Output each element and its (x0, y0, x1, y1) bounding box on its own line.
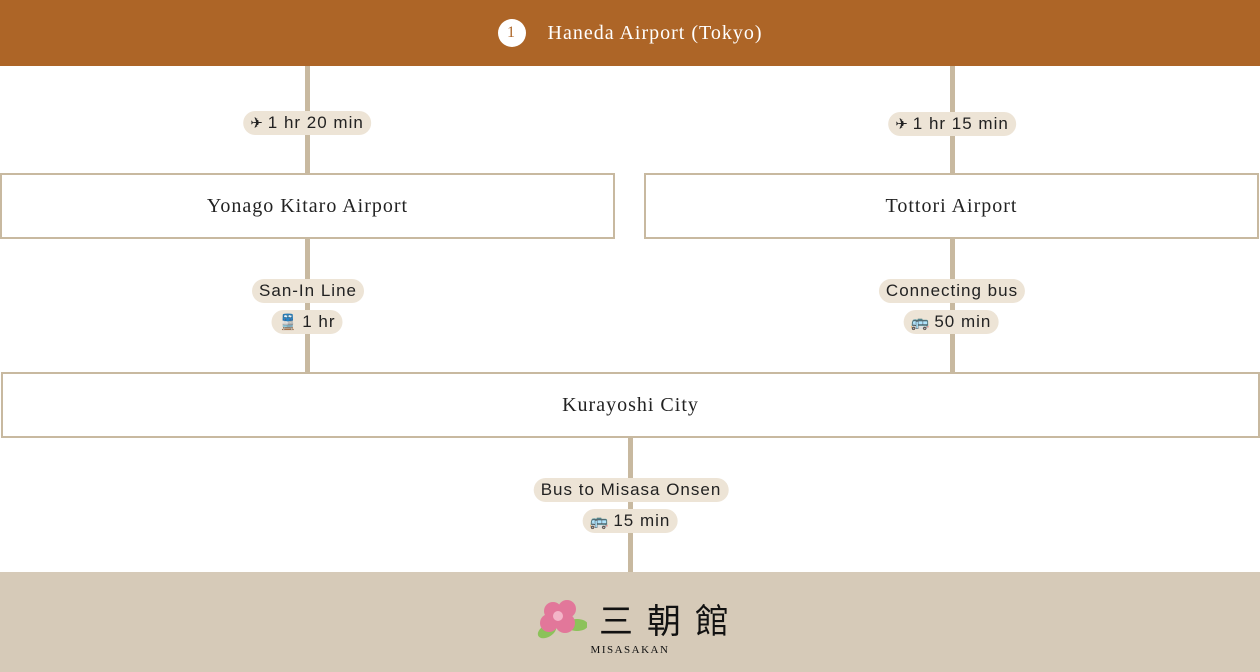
footer: 三朝館 MISASAKAN (0, 572, 1260, 672)
transfer-time-text: 1 hr (302, 312, 336, 331)
misasakan-logo[interactable]: 三朝館 (535, 594, 743, 643)
bus-icon: 🚌 (910, 314, 931, 331)
flight-time-left: ✈ 1 hr 20 min (243, 111, 371, 135)
station-kurayoshi: Kurayoshi City (1, 372, 1260, 438)
flight-time-text: 1 hr 15 min (912, 114, 1009, 133)
transfer-time-text: 50 min (934, 312, 992, 331)
logo-text: MISASAKAN (590, 644, 670, 656)
logo-kanji: 三朝館 (599, 602, 743, 642)
transfer-name-center: Bus to Misasa Onsen (533, 478, 729, 502)
bus-icon: 🚌 (589, 513, 610, 530)
transfer-time-text: 15 min (613, 511, 671, 530)
transfer-text: San-In Line (259, 281, 357, 300)
route-line-center (628, 437, 633, 572)
station-tottori-airport: Tottori Airport (644, 173, 1259, 239)
route-line-right-2 (950, 238, 955, 372)
transfer-time-center: 🚌 15 min (582, 509, 678, 533)
transfer-time-right: 🚌 50 min (903, 310, 999, 334)
route-line-left-2 (305, 238, 310, 372)
transfer-time-left: 🚆 1 hr (271, 310, 343, 334)
train-icon: 🚆 (278, 314, 299, 331)
origin-title: Haneda Airport (Tokyo) (547, 21, 763, 44)
flight-time-right: ✈ 1 hr 15 min (888, 112, 1016, 136)
camellia-flower-icon (537, 599, 587, 638)
flight-time-text: 1 hr 20 min (267, 113, 364, 132)
airplane-icon: ✈ (250, 115, 264, 132)
station-name: Tottori Airport (885, 194, 1018, 217)
header: 1 Haneda Airport (Tokyo) (0, 0, 1260, 66)
step-number: 1 (497, 19, 526, 47)
transfer-text: Connecting bus (885, 281, 1019, 300)
station-name: Yonago Kitaro Airport (206, 194, 409, 217)
station-yonago-airport: Yonago Kitaro Airport (0, 173, 615, 239)
transfer-name-right: Connecting bus (878, 279, 1026, 303)
transfer-name-left: San-In Line (252, 279, 364, 303)
airplane-icon: ✈ (895, 116, 909, 133)
transfer-text: Bus to Misasa Onsen (540, 480, 722, 499)
station-name: Kurayoshi City (562, 393, 699, 416)
